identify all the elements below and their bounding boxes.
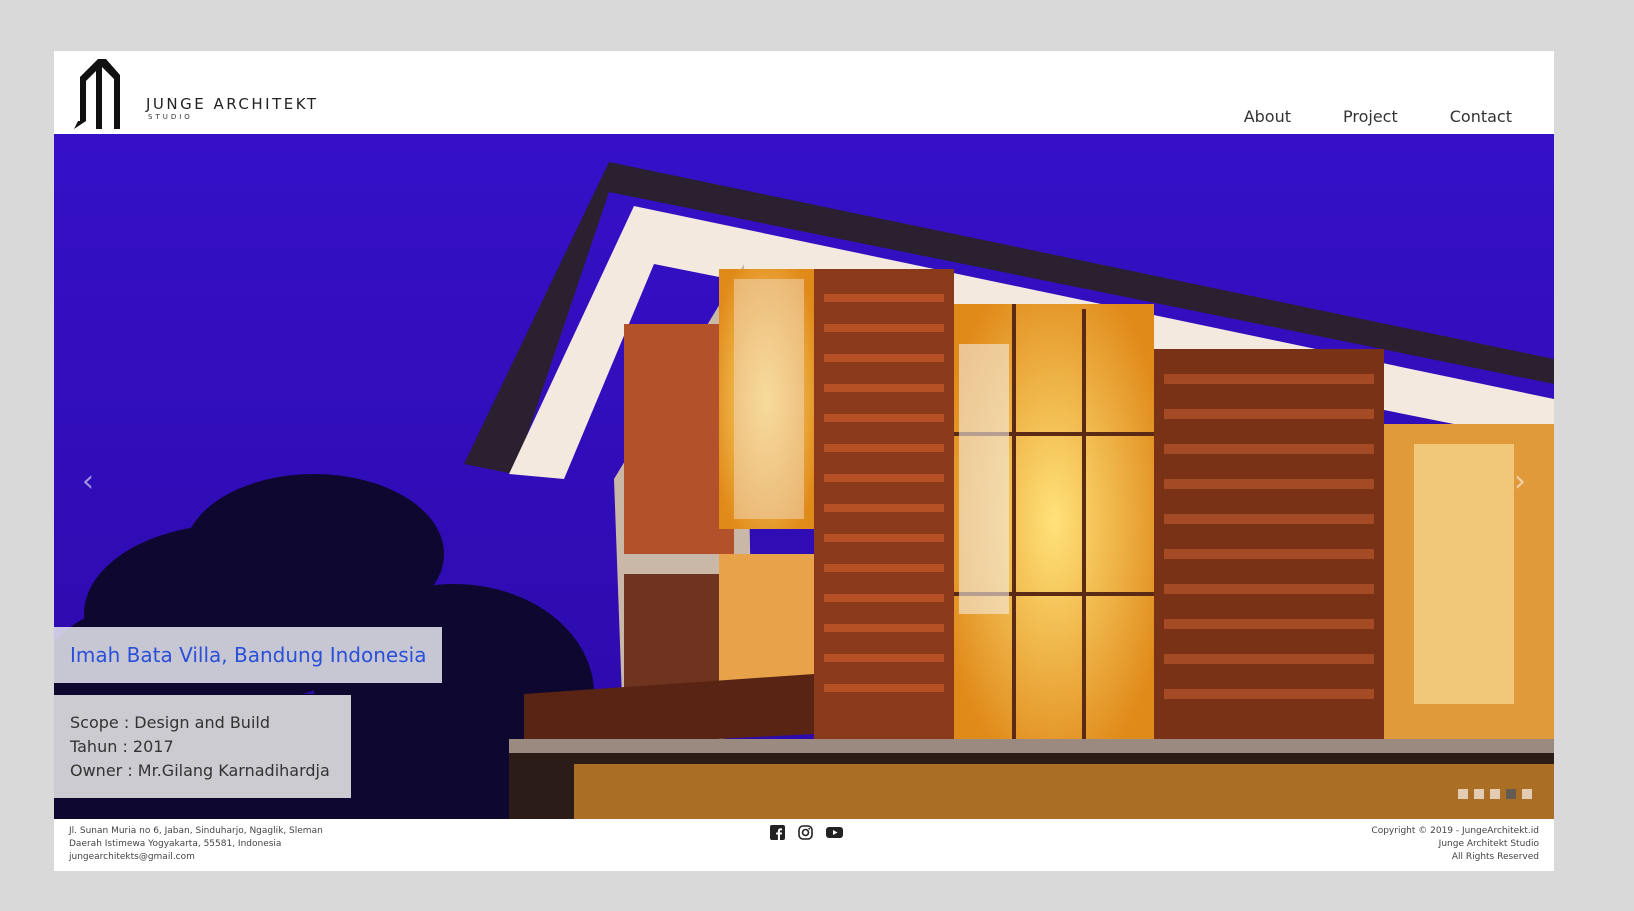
carousel-indicator[interactable] — [1506, 789, 1516, 799]
nav-contact[interactable]: Contact — [1450, 107, 1512, 126]
instagram-icon[interactable] — [798, 825, 813, 840]
copyright-line-2: Junge Architekt Studio — [1438, 839, 1539, 849]
site-header: JUNGE ARCHITEKT STUDIO About Project Con… — [54, 51, 1554, 134]
footer-copyright: Copyright © 2019 - JungeArchitekt.id Jun… — [1371, 825, 1539, 864]
hero-carousel: ‹ › Imah Bata Villa, Bandung Indonesia S… — [54, 134, 1554, 819]
address-line-1: Jl. Sunan Muria no 6, Jaban, Sinduharjo,… — [69, 826, 323, 836]
copyright-line-3: All Rights Reserved — [1451, 852, 1539, 862]
youtube-icon[interactable] — [826, 825, 843, 840]
project-owner: Owner : Mr.Gilang Karnadihardja — [70, 761, 330, 780]
brand-sub: STUDIO — [148, 113, 193, 121]
carousel-indicator[interactable] — [1474, 789, 1484, 799]
project-scope: Scope : Design and Build — [70, 713, 270, 732]
footer-address: Jl. Sunan Muria no 6, Jaban, Sinduharjo,… — [69, 825, 323, 864]
brand-logo[interactable]: JUNGE ARCHITEKT STUDIO — [72, 57, 332, 129]
main-nav: About Project Contact — [1244, 107, 1512, 126]
carousel-indicators — [1458, 789, 1532, 799]
logo-mark-icon — [74, 59, 120, 129]
page-frame: JUNGE ARCHITEKT STUDIO About Project Con… — [54, 51, 1554, 871]
nav-project[interactable]: Project — [1343, 107, 1398, 126]
copyright-line-1: Copyright © 2019 - JungeArchitekt.id — [1371, 826, 1539, 836]
project-year: Tahun : 2017 — [70, 737, 174, 756]
facebook-icon[interactable] — [770, 825, 785, 840]
carousel-indicator[interactable] — [1458, 789, 1468, 799]
nav-about[interactable]: About — [1244, 107, 1291, 126]
site-footer: Jl. Sunan Muria no 6, Jaban, Sinduharjo,… — [54, 819, 1554, 871]
address-line-2: Daerah Istimewa Yogyakarta, 55581, Indon… — [69, 839, 282, 849]
social-links — [770, 825, 843, 840]
slide-caption-title: Imah Bata Villa, Bandung Indonesia — [54, 627, 443, 683]
brand-name: JUNGE ARCHITEKT — [146, 95, 319, 113]
slide-caption-info: Scope : Design and Build Tahun : 2017 Ow… — [54, 695, 351, 798]
carousel-indicator[interactable] — [1522, 789, 1532, 799]
carousel-prev-button[interactable]: ‹ — [82, 464, 94, 499]
project-title: Imah Bata Villa, Bandung Indonesia — [70, 643, 427, 667]
carousel-next-button[interactable]: › — [1514, 464, 1526, 499]
carousel-indicator[interactable] — [1490, 789, 1500, 799]
contact-email[interactable]: jungearchitekts@gmail.com — [69, 851, 323, 864]
